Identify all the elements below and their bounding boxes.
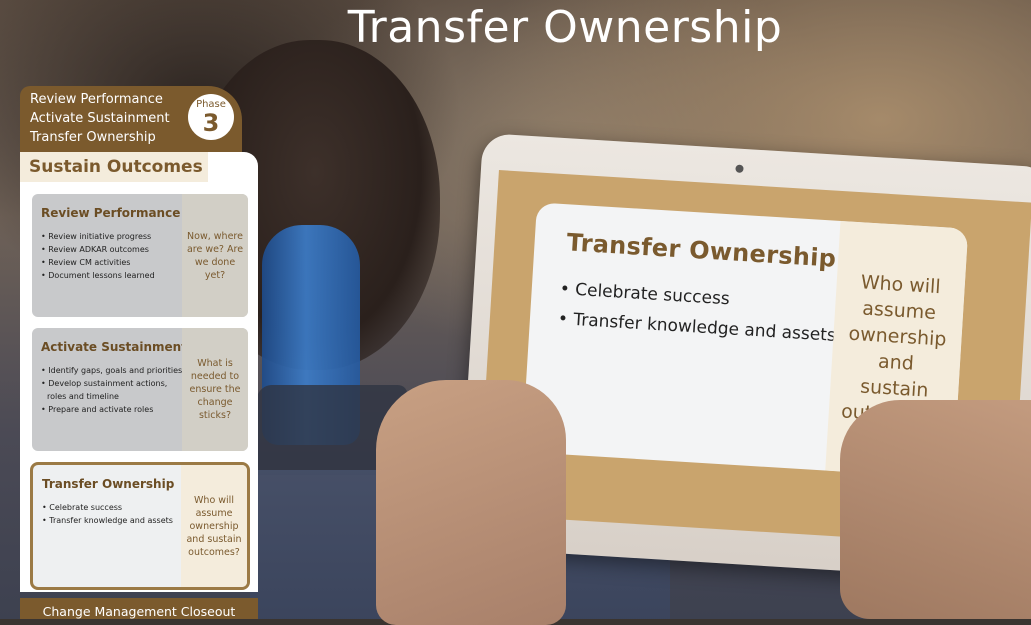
closeout-label: Change Management Closeout — [42, 604, 236, 619]
phase-step-list: Review Performance Activate Sustainment … — [30, 90, 170, 147]
card-bullet: Celebrate success — [42, 501, 184, 514]
card-bullet: Review CM activities — [41, 256, 183, 269]
card-bullet-list: Celebrate success Transfer knowledge and… — [42, 501, 184, 527]
card-bullet: Review ADKAR outcomes — [41, 243, 183, 256]
left-hand — [376, 380, 566, 625]
phase-step-item: Review Performance — [30, 92, 163, 107]
card-question-box: What is needed to ensure the change stic… — [182, 328, 248, 451]
card-activate-sustainment: Activate Sustainment Identify gaps, goal… — [32, 328, 248, 451]
phase-badge-number: 3 — [202, 109, 220, 137]
panel-title: Sustain Outcomes — [29, 157, 203, 177]
card-title: Review Performance — [41, 206, 181, 220]
card-bullet: Identify gaps, goals and priorities — [41, 364, 183, 377]
closeout-bar: Change Management Closeout — [20, 598, 258, 619]
phase-step-item: Activate Sustainment — [30, 111, 170, 126]
card-review-performance: Review Performance Review initiative pro… — [32, 194, 248, 317]
phase-header: Review Performance Activate Sustainment … — [20, 86, 242, 152]
card-bullet-list: Identify gaps, goals and priorities Deve… — [41, 364, 183, 416]
card-bullet: Document lessons learned — [41, 269, 183, 282]
card-question-box: Who will assume ownership and sustain ou… — [181, 465, 247, 587]
card-bullet: Prepare and activate roles — [41, 403, 183, 416]
slide-title: Transfer Ownership — [565, 228, 838, 273]
card-question: Who will assume ownership and sustain ou… — [186, 494, 242, 558]
card-bullet: Develop sustainment actions, roles and t… — [41, 377, 183, 403]
right-hand — [840, 400, 1031, 619]
phase-step-item: Transfer Ownership — [30, 130, 156, 145]
card-bullet: Transfer knowledge and assets — [42, 514, 184, 527]
card-bullet-list: Review initiative progress Review ADKAR … — [41, 230, 183, 282]
card-title: Transfer Ownership — [42, 477, 175, 491]
card-transfer-ownership: Transfer Ownership Celebrate success Tra… — [30, 462, 250, 590]
camera-icon — [735, 164, 744, 173]
phase-badge: Phase 3 — [188, 94, 234, 140]
card-question: What is needed to ensure the change stic… — [189, 358, 241, 421]
card-question-box: Now, where are we? Are we done yet? — [182, 194, 248, 317]
card-question: Now, where are we? Are we done yet? — [186, 230, 244, 281]
slide-bullet-list: Celebrate success Transfer knowledge and… — [557, 274, 838, 351]
card-title: Activate Sustainment — [41, 340, 187, 354]
card-bullet: Review initiative progress — [41, 230, 183, 243]
page-title: Transfer Ownership — [347, 2, 783, 53]
